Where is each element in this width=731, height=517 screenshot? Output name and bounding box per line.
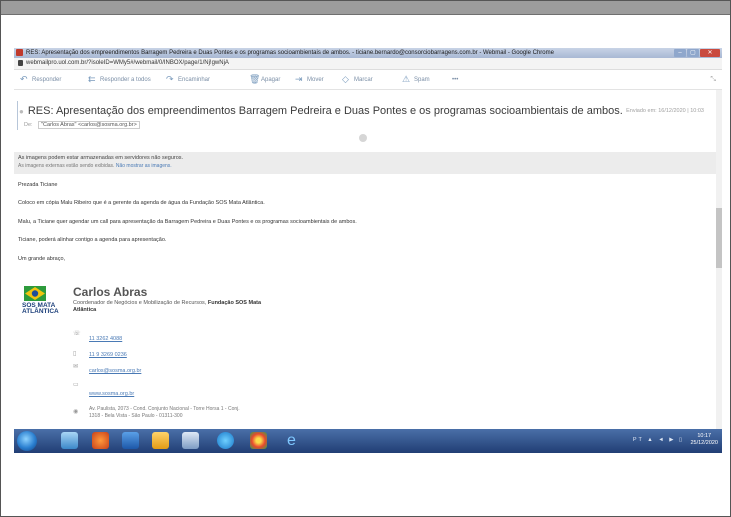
window-title: RES: Apresentação dos empreendimentos Ba… [26,50,554,56]
signature-website[interactable]: www.sosma.org.br [89,391,134,397]
system-tray[interactable]: PT ▲ ◄ ▶ ▯ [633,437,684,443]
start-button[interactable] [17,431,37,451]
mobile-icon: ▯ [73,351,77,357]
website-icon: ▭ [73,382,79,388]
mail-toolbar: ↶ Responder ⇇ Responder a todos ↷ Encami… [14,70,722,90]
location-icon: ◉ [73,409,79,415]
phone-1[interactable]: 11 3262 4088 [89,336,122,342]
body-closing: Um grande abraço, [18,256,66,262]
internet-explorer-icon[interactable]: e [283,432,300,449]
address-bar[interactable]: webmailpro.uol.com.br/?isoleID=WMy5#/web… [14,58,722,70]
signature-name: Carlos Abras [73,285,148,299]
move-icon: ⇥ [295,74,303,84]
more-button[interactable]: ••• [452,74,458,85]
reply-icon: ↶ [20,74,28,84]
warning-line2: As imagens externas estão sendo exibidas… [18,163,172,169]
mark-button[interactable]: ◇ Marcar [342,74,373,85]
maximize-button[interactable]: ▢ [687,49,699,57]
warning-line1: As imagens podem estar armazenadas em se… [18,155,184,161]
spam-icon: ⚠ [402,74,411,84]
browser-title-bar: RES: Apresentação dos empreendimentos Ba… [14,48,722,58]
screenshot: RES: Apresentação dos empreendimentos Ba… [14,48,722,453]
clock[interactable]: 10:17 25/12/2020 [690,433,718,447]
message-subject: ● RES: Apresentação dos empreendimentos B… [19,105,623,117]
reply-all-button[interactable]: ⇇ Responder a todos [88,74,151,85]
delete-button[interactable]: 🗑 Apagar [249,74,280,85]
signature-address: Av. Paulista, 2073 - Cond. Conjunto Naci… [89,406,240,419]
spam-button[interactable]: ⚠ Spam [402,74,430,85]
phone-2[interactable]: 11 9 3269 0236 [89,352,127,358]
scrollbar-thumb[interactable] [716,208,722,268]
body-paragraph-2: Malu, a Ticiane quer agendar um call par… [18,219,357,225]
minimize-button[interactable]: – [674,49,686,57]
reply-all-icon: ⇇ [88,74,96,84]
forward-button[interactable]: ↷ Encaminhar [166,74,210,85]
sender-chip[interactable]: "Carlos Abras" <carlos@sosma.org.br> [38,121,140,129]
body-greeting: Prezada Ticiane [18,182,58,188]
ie-explorer-icon[interactable] [61,432,78,449]
file-explorer-icon[interactable] [152,432,169,449]
close-button[interactable]: ✕ [700,49,720,57]
collapse-icon[interactable]: ⤡ [710,76,716,84]
flag-icon [24,286,46,301]
top-strip [1,1,730,15]
media-player-icon[interactable] [122,432,139,449]
window-app-icon[interactable] [182,432,199,449]
signature-role: Coordenador de Negócios e Mobilização de… [73,300,262,313]
firefox-icon[interactable] [92,432,109,449]
body-paragraph-3: Ticiane, poderá alinhar contigo a agenda… [18,237,167,243]
edge-icon[interactable] [217,432,234,449]
lock-icon [18,60,23,66]
from-label: De: [24,122,33,128]
url-text[interactable]: webmailpro.uol.com.br/?isoleID=WMy5#/web… [26,58,229,69]
reply-button[interactable]: ↶ Responder [20,74,61,85]
sent-date: Enviado em: 16/12/2020 | 10:03 [626,108,704,114]
expand-icon[interactable] [359,134,367,142]
logo-text: SOS MATA ATLÂNTICA [22,302,59,315]
tag-icon: ◇ [342,74,349,84]
status-dot-icon: ● [19,107,24,116]
body-paragraph-1: Coloco em cópia Malu Ribeiro que é a ger… [18,200,265,206]
sos-mata-atlantica-logo: SOS MATA ATLÂNTICA [22,286,59,326]
from-row: De: "Carlos Abras" <carlos@sosma.org.br> [24,121,140,129]
hide-images-link[interactable]: Não mostrar as imagens. [116,163,172,169]
email-icon: ✉ [73,364,79,370]
trash-icon: 🗑 [249,74,261,84]
chrome-icon[interactable] [250,432,267,449]
move-button[interactable]: ⇥ Mover [295,74,324,85]
favicon-icon [16,49,23,56]
images-warning: As imagens podem estar armazenadas em se… [14,152,722,174]
phone-icon: ☏ [73,331,81,337]
windows-taskbar: e PT ▲ ◄ ▶ ▯ 10:17 25/12/2020 [14,429,722,453]
signature-email[interactable]: carlos@sosma.org.br [89,368,141,374]
forward-icon: ↷ [166,74,174,84]
